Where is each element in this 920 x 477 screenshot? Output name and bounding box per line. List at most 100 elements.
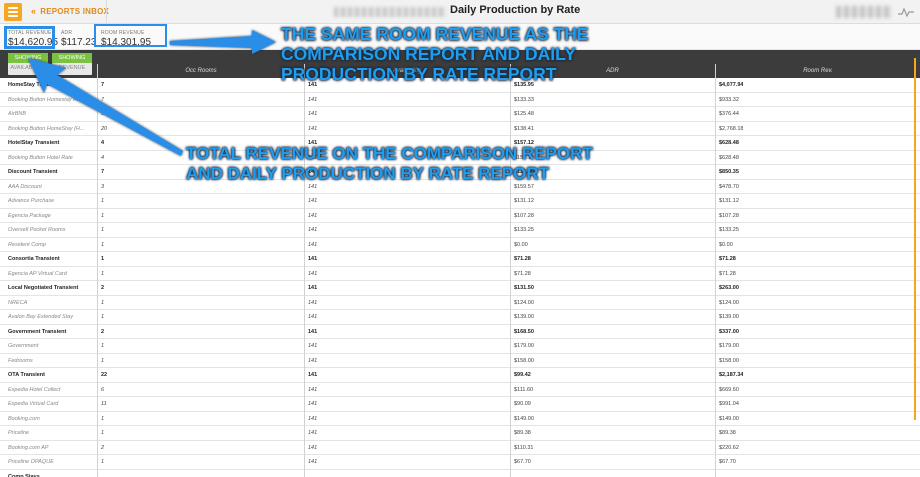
table-row[interactable]: Booking.com AP 2 141 $110.31 $220.62 bbox=[0, 441, 920, 455]
top-bar: «REPORTS INBOX Daily Production by Rate bbox=[0, 0, 920, 24]
column-header-room-revenue[interactable]: Room Rev. bbox=[716, 64, 920, 78]
adr-cell: $138.41 bbox=[514, 125, 534, 132]
rate-name-cell: OTA Transient bbox=[8, 372, 45, 378]
availability-cell: 141 bbox=[308, 212, 318, 219]
adr-cell: $133.25 bbox=[514, 227, 534, 233]
group-row[interactable]: Local Negotiated Transient 2 141 $131.50 $26… bbox=[0, 281, 920, 296]
table-row[interactable]: NRECA 1 141 $124.00 $124.00 bbox=[0, 296, 920, 310]
room-revenue-cell: $991.04 bbox=[719, 401, 739, 407]
revenue-toggle[interactable]: SHOWING REVENUE bbox=[52, 53, 92, 75]
room-revenue-cell: $124.00 bbox=[719, 299, 739, 306]
table-row[interactable]: Booking Button Homestay R... 7 141 $133.33 $… bbox=[0, 93, 920, 107]
occ-rooms-cell: 20 bbox=[101, 125, 108, 132]
availability-cell: 141 bbox=[308, 357, 318, 364]
occ-rooms-cell: 1 bbox=[101, 227, 105, 233]
room-revenue-cell: $0.00 bbox=[719, 241, 733, 248]
room-revenue-cell: $89.38 bbox=[719, 430, 736, 436]
room-revenue-cell: $107.28 bbox=[719, 212, 739, 219]
group-row[interactable]: Comp Stays bbox=[0, 470, 920, 477]
table-row[interactable]: Priceline OPAQUE 1 141 $67.70 $67.70 bbox=[0, 455, 920, 470]
room-revenue-cell: $478.70 bbox=[719, 183, 739, 190]
table-row[interactable]: Booking.com 1 141 $149.00 $149.00 bbox=[0, 412, 920, 426]
occ-rooms-cell: 3 bbox=[101, 183, 105, 190]
room-revenue-cell: $2,187.34 bbox=[719, 372, 744, 378]
availability-cell: 141 bbox=[308, 285, 318, 291]
table-row[interactable]: Egencia AP Virtual Card 1 141 $71.28 $71.28 bbox=[0, 267, 920, 281]
table-row[interactable]: Booking Button HomeStay (H... 20 141 $138.4… bbox=[0, 122, 920, 136]
availability-cell: 141 bbox=[308, 270, 318, 277]
column-header-occ-rooms[interactable]: Occ Rooms bbox=[99, 64, 303, 78]
total-revenue-highlight-box bbox=[4, 26, 55, 49]
table-row[interactable]: Expedia Virtual Card 11 141 $90.09 $991.04 bbox=[0, 397, 920, 412]
rate-name-cell: Resident Comp bbox=[8, 241, 46, 248]
availability-toggle[interactable]: SHOWING AVAILABILITY bbox=[8, 53, 48, 75]
room-revenue-cell: $337.00 bbox=[719, 328, 739, 335]
adr-cell: $107.28 bbox=[514, 212, 534, 219]
vertical-scrollbar[interactable] bbox=[914, 58, 916, 420]
table-row[interactable]: Fedrooms 1 141 $158.00 $158.00 bbox=[0, 354, 920, 368]
room-revenue-cell: $67.70 bbox=[719, 459, 736, 465]
occ-rooms-cell: 4 bbox=[101, 154, 105, 161]
table-row[interactable]: Egencia Package 1 141 $107.28 $107.28 bbox=[0, 209, 920, 223]
adr-cell: $71.28 bbox=[514, 270, 531, 277]
table-row[interactable]: Government 1 141 $179.00 $179.00 bbox=[0, 339, 920, 354]
availability-cell: 141 bbox=[308, 386, 318, 393]
annotation-line: TOTAL REVENUE ON THE COMPARISON REPORT bbox=[186, 144, 593, 163]
rate-name-cell: Booking Button Hotel Rate bbox=[8, 154, 73, 161]
rate-name-cell: Oversell Pocket Rooms bbox=[8, 227, 66, 233]
rate-name-cell: Booking Button HomeStay (H... bbox=[8, 125, 85, 132]
annotation-line: THE SAME ROOM REVENUE AS THE bbox=[281, 24, 589, 44]
group-row[interactable]: Government Transient 2 141 $168.50 $337.00 bbox=[0, 325, 920, 339]
availability-cell: 141 bbox=[308, 256, 318, 262]
rate-name-cell: Government bbox=[8, 343, 39, 349]
adr-cell: $133.33 bbox=[514, 96, 534, 103]
room-revenue-cell: $139.00 bbox=[719, 314, 739, 320]
table-row[interactable]: Advance Purchase 1 141 $131.12 $131.12 bbox=[0, 194, 920, 209]
rate-name-cell: HomeStay Transient bbox=[8, 82, 61, 88]
annotation-line: COMPARISON REPORT AND DAILY bbox=[281, 44, 576, 65]
availability-cell: 141 bbox=[308, 314, 318, 320]
occ-rooms-cell: 1 bbox=[101, 430, 105, 436]
availability-cell: 141 bbox=[308, 96, 318, 103]
table-row[interactable]: Avalon Bay Extended Stay 1 141 $139.00 $139.… bbox=[0, 310, 920, 325]
adr-cell: $111.60 bbox=[514, 386, 534, 393]
occ-rooms-cell: 1 bbox=[101, 212, 105, 219]
group-row[interactable]: Consortia Transient 1 141 $71.28 $71.28 bbox=[0, 252, 920, 267]
rate-name-cell: Booking.com AP bbox=[8, 444, 49, 451]
hamburger-menu-button[interactable] bbox=[4, 3, 22, 21]
rate-name-cell: Priceline OPAQUE bbox=[8, 459, 54, 465]
revenue-toggle-label: REVENUE bbox=[58, 65, 86, 71]
adr-cell: $131.50 bbox=[514, 285, 534, 291]
room-revenue-cell: $628.48 bbox=[719, 154, 739, 161]
annotation-line: PRODUCTION BY RATE REPORT bbox=[281, 64, 557, 85]
group-row[interactable]: OTA Transient 22 141 $99.42 $2,187.34 bbox=[0, 368, 920, 383]
availability-cell: 141 bbox=[308, 241, 318, 248]
room-revenue-cell: $149.00 bbox=[719, 415, 739, 422]
activity-icon[interactable] bbox=[898, 6, 914, 18]
availability-cell: 141 bbox=[308, 401, 318, 407]
table-row[interactable]: Expedia Hotel Collect 6 141 $111.60 $669.60 bbox=[0, 383, 920, 397]
rate-name-cell: Local Negotiated Transient bbox=[8, 285, 79, 291]
occ-rooms-cell: 1 bbox=[101, 357, 105, 364]
column-divider bbox=[510, 64, 511, 477]
availability-cell: 141 bbox=[308, 459, 318, 465]
rate-name-cell: Expedia Hotel Collect bbox=[8, 386, 61, 393]
room-revenue-cell: $376.44 bbox=[719, 111, 739, 117]
table-row[interactable]: Oversell Pocket Rooms 1 141 $133.25 $133.25 bbox=[0, 223, 920, 238]
rate-name-cell: NRECA bbox=[8, 299, 28, 306]
reports-inbox-link[interactable]: «REPORTS INBOX bbox=[31, 6, 109, 16]
table-row[interactable]: Priceline 1 141 $89.38 $89.38 bbox=[0, 426, 920, 441]
table-row[interactable]: AirBNB 3 141 $125.48 $376.44 bbox=[0, 107, 920, 122]
table-row[interactable]: Resident Comp 1 141 $0.00 $0.00 bbox=[0, 238, 920, 252]
availability-cell: 141 bbox=[308, 125, 318, 132]
room-revenue-cell: $131.12 bbox=[719, 198, 739, 204]
occ-rooms-cell: 1 bbox=[101, 270, 105, 277]
occ-rooms-cell: 7 bbox=[101, 169, 105, 175]
availability-cell: 141 bbox=[308, 227, 318, 233]
occ-rooms-cell: 2 bbox=[101, 444, 105, 451]
annotation-line: AND DAILY PRODUCTION BY RATE REPORT bbox=[186, 163, 550, 183]
adr-cell: $125.48 bbox=[514, 111, 534, 117]
adr-cell: $99.42 bbox=[514, 372, 531, 378]
availability-cell: 141 bbox=[308, 444, 318, 451]
rate-name-cell: HotelStay Transient bbox=[8, 140, 60, 146]
